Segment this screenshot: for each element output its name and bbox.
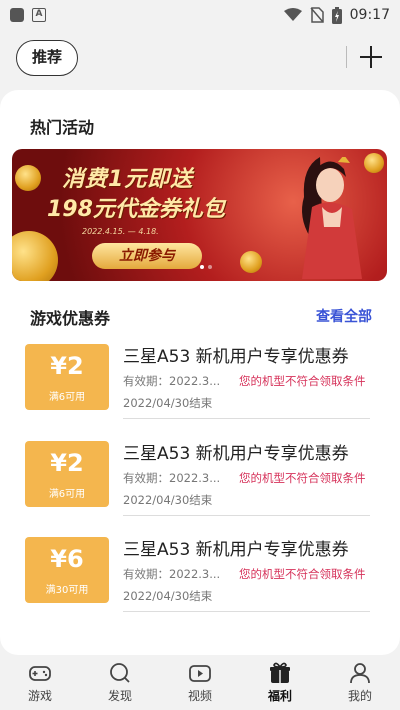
coupon-warning: 您的机型不符合领取条件 — [239, 471, 366, 485]
coupon-card[interactable]: ¥2 满6可用 三星A53 新机用户专享优惠券 有效期：2022.3... 您的… — [25, 437, 370, 517]
search-icon — [110, 663, 130, 683]
coupon-end-date: 2022/04/30结束 — [123, 493, 213, 507]
coin-image — [240, 251, 262, 273]
banner-headline: 消费1元即送 — [62, 167, 194, 192]
coupon-value: ¥6 — [50, 545, 84, 573]
wifi-icon — [283, 8, 302, 21]
app-square-icon — [10, 8, 24, 22]
status-right: 09:17 — [283, 6, 390, 24]
coupon-value: ¥2 — [50, 352, 84, 380]
coupon-condition: 满6可用 — [48, 489, 86, 500]
battery-charging-icon — [331, 6, 342, 24]
coupon-title: 三星A53 新机用户专享优惠券 — [123, 540, 349, 560]
coupon-title: 三星A53 新机用户专享优惠券 — [123, 347, 349, 367]
nav-item-video[interactable]: 视频 — [160, 655, 240, 710]
coupon-value: ¥2 — [50, 449, 84, 477]
coupon-card[interactable]: ¥2 满6可用 三星A53 新机用户专享优惠券 有效期：2022.3... 您的… — [25, 340, 370, 420]
profile-icon — [350, 663, 370, 684]
coupon-condition: 满30可用 — [45, 585, 89, 596]
status-left: A — [10, 8, 46, 22]
coupon-title: 三星A53 新机用户专享优惠券 — [123, 444, 349, 464]
banner-join-button[interactable]: 立即参与 — [92, 243, 202, 269]
coin-image — [15, 165, 41, 191]
divider — [123, 515, 370, 516]
banner-date: 2022.4.15. — 4.18. — [82, 227, 159, 236]
nav-label: 游戏 — [27, 689, 52, 703]
coupon-card[interactable]: ¥6 满30可用 三星A53 新机用户专享优惠券 有效期：2022.3... 您… — [25, 533, 370, 613]
no-sim-icon — [310, 7, 324, 23]
divider — [123, 418, 370, 419]
coupon-ticket: ¥2 满6可用 — [25, 344, 113, 410]
coupon-validity: 有效期：2022.3... — [123, 374, 221, 388]
coupons-title: 游戏优惠券 — [30, 309, 111, 328]
banner-subheadline: 198元代金券礼包 — [47, 197, 225, 222]
nav-item-discover[interactable]: 发现 — [80, 655, 160, 710]
pagination-dot — [200, 265, 204, 269]
nav-item-benefits[interactable]: 福利 — [240, 655, 320, 710]
nav-label: 福利 — [267, 689, 292, 703]
gift-icon — [270, 662, 290, 683]
coupon-warning: 您的机型不符合领取条件 — [239, 567, 366, 581]
coupon-end-date: 2022/04/30结束 — [123, 396, 213, 410]
event-banner[interactable]: 消费1元即送 198元代金券礼包 2022.4.15. — 4.18. 立即参与 — [12, 149, 387, 281]
hot-events-title: 热门活动 — [30, 118, 95, 137]
main-card: 热门活动 消费1元即送 198元代金券礼包 2022.4.15. — 4.18.… — [0, 90, 400, 655]
top-bar: 推荐 — [0, 30, 400, 88]
coupon-validity: 有效期：2022.3... — [123, 471, 221, 485]
banner-pagination — [200, 265, 212, 269]
divider — [123, 611, 370, 612]
a-badge-icon: A — [32, 8, 46, 22]
video-icon — [189, 665, 211, 682]
see-all-link[interactable]: 查看全部 — [316, 306, 372, 326]
tab-recommend[interactable]: 推荐 — [16, 40, 78, 76]
nav-label: 发现 — [107, 689, 132, 703]
coupon-condition: 满6可用 — [48, 392, 86, 403]
status-bar: A 09:17 — [0, 0, 400, 30]
character-illustration — [302, 157, 362, 279]
coupon-ticket: ¥2 满6可用 — [25, 441, 113, 507]
coupon-warning: 您的机型不符合领取条件 — [239, 374, 366, 388]
nav-item-games[interactable]: 游戏 — [0, 655, 80, 710]
coin-image — [12, 231, 58, 281]
nav-item-profile[interactable]: 我的 — [320, 655, 400, 710]
divider — [346, 46, 347, 68]
bottom-nav: 游戏 发现 视频 福利 我的 — [0, 655, 400, 710]
coupon-end-date: 2022/04/30结束 — [123, 589, 213, 603]
coupon-ticket: ¥6 满30可用 — [25, 537, 113, 603]
gamepad-icon — [29, 666, 51, 681]
nav-label: 我的 — [347, 689, 372, 703]
nav-label: 视频 — [187, 689, 212, 703]
pagination-dot — [208, 265, 212, 269]
plus-icon[interactable] — [358, 44, 384, 70]
coupon-validity: 有效期：2022.3... — [123, 567, 221, 581]
clock: 09:17 — [349, 7, 390, 23]
